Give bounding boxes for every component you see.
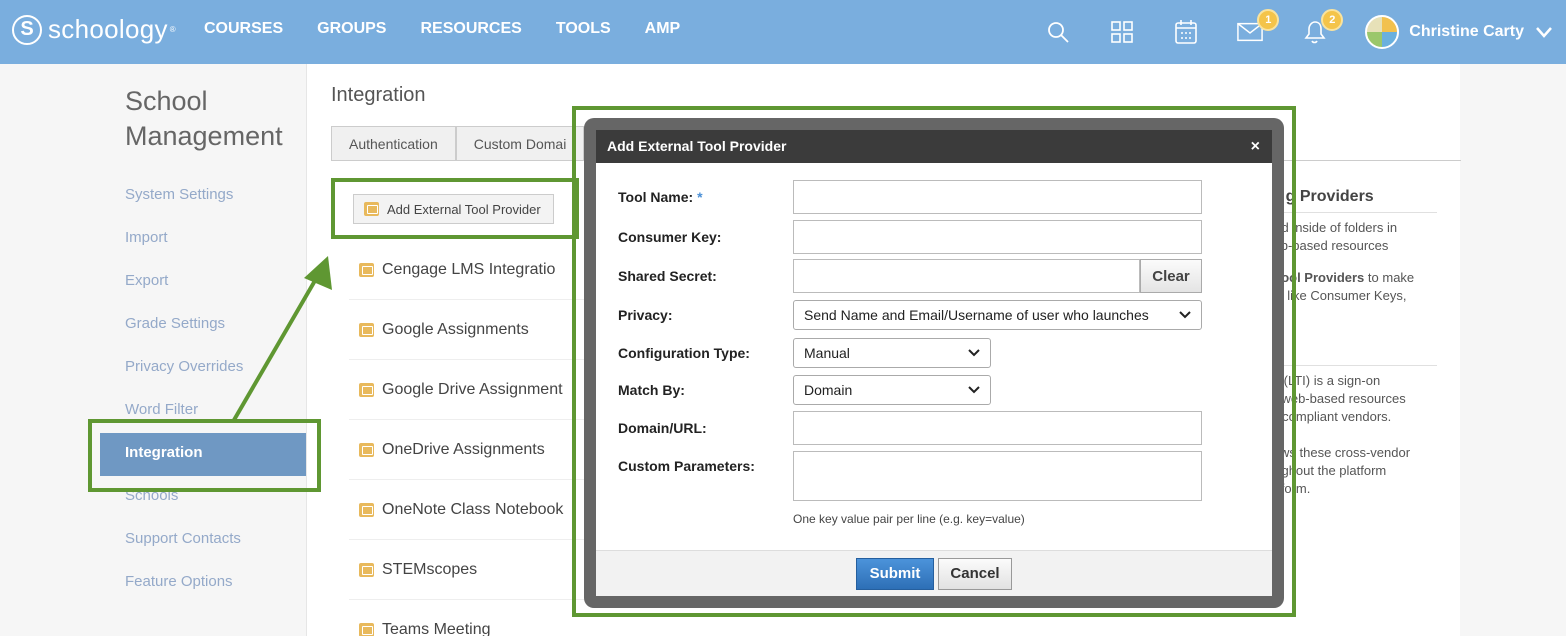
clear-button[interactable]: Clear [1140, 259, 1202, 293]
row-custom-parameters: Custom Parameters: [618, 451, 1202, 501]
match-by-selected-value: Domain [804, 382, 853, 398]
tab-custom-domain[interactable]: Custom Domai [455, 126, 585, 160]
folder-icon [359, 442, 374, 457]
main-nav: COURSES GROUPS RESOURCES TOOLS AMP [204, 20, 714, 38]
close-icon[interactable]: × [1251, 130, 1260, 163]
calendar-icon[interactable] [1173, 19, 1199, 45]
custom-parameters-hint: One key value pair per line (e.g. key=va… [793, 512, 1025, 526]
consumer-key-input[interactable] [793, 220, 1202, 254]
logo-mark-icon: S [12, 14, 42, 45]
sidebar-title-line2: Management [125, 121, 283, 151]
avatar[interactable] [1365, 15, 1400, 49]
sidebar-item-system-settings[interactable]: System Settings [100, 175, 306, 218]
cancel-button[interactable]: Cancel [938, 557, 1012, 590]
provider-name: STEMscopes [382, 560, 478, 578]
privacy-select[interactable]: Send Name and Email/Username of user who… [793, 300, 1202, 330]
sidebar-item-feature-options[interactable]: Feature Options [100, 562, 306, 605]
messages-badge: 1 [1257, 9, 1280, 31]
required-marker: * [697, 189, 703, 205]
row-match-by: Match By: Domain [618, 375, 991, 405]
custom-parameters-textarea[interactable] [793, 451, 1202, 501]
nav-groups[interactable]: GROUPS [317, 20, 386, 38]
folder-icon [359, 562, 374, 577]
row-tool-name: Tool Name: * [618, 180, 1202, 214]
logo-text: schoology [48, 14, 168, 44]
nav-amp[interactable]: AMP [645, 20, 681, 38]
chevron-down-icon [968, 386, 980, 394]
messages-icon[interactable]: 1 [1237, 9, 1280, 45]
provider-name: Cengage LMS Integratio [382, 260, 556, 278]
help-span: to make [1367, 270, 1415, 285]
provider-name: Google Assignments [382, 320, 529, 338]
custom-parameters-label: Custom Parameters: [618, 458, 755, 474]
page-title: Integration [331, 84, 426, 106]
nav-resources[interactable]: RESOURCES [420, 20, 521, 38]
chevron-down-icon [968, 349, 980, 357]
consumer-key-label: Consumer Key: [618, 229, 722, 245]
provider-name: Google Drive Assignment [382, 380, 563, 398]
shared-secret-label: Shared Secret: [618, 268, 717, 284]
sidebar-item-support-contacts[interactable]: Support Contacts [100, 519, 306, 562]
nav-tools[interactable]: TOOLS [556, 20, 611, 38]
add-tool-provider-dialog: Add External Tool Provider × Tool Name: … [596, 130, 1272, 596]
notifications-bell-icon[interactable]: 2 [1301, 9, 1344, 45]
sidebar-title: School Management [125, 84, 283, 154]
config-type-label: Configuration Type: [618, 345, 750, 361]
chevron-down-icon [1179, 311, 1191, 319]
user-name[interactable]: Christine Carty [1409, 23, 1524, 41]
submit-button[interactable]: Submit [856, 557, 934, 590]
chevron-down-icon[interactable] [1536, 22, 1552, 43]
row-domain-url: Domain/URL: [618, 411, 1202, 445]
schoology-logo[interactable]: S schoology ® [12, 14, 176, 45]
match-by-label: Match By: [618, 382, 685, 398]
provider-name: OneDrive Assignments [382, 440, 545, 458]
nav-courses[interactable]: COURSES [204, 20, 283, 38]
annotation-arrow-icon [232, 256, 332, 422]
dialog-title: Add External Tool Provider [607, 138, 787, 154]
domain-url-input[interactable] [793, 411, 1202, 445]
row-privacy: Privacy: Send Name and Email/Username of… [618, 300, 1202, 330]
label-text: Tool Name: [618, 189, 694, 205]
privacy-selected-value: Send Name and Email/Username of user who… [804, 307, 1149, 323]
folder-icon [359, 502, 374, 517]
header-actions: 1 2 Christine Carty [1045, 0, 1566, 64]
shared-secret-input[interactable] [793, 259, 1140, 293]
tab-authentication[interactable]: Authentication [331, 126, 456, 160]
folder-icon [359, 622, 374, 636]
row-shared-secret: Shared Secret: Clear [618, 259, 1202, 293]
top-navigation: S schoology ® COURSES GROUPS RESOURCES T… [0, 0, 1566, 64]
tool-name-label: Tool Name: * [618, 189, 793, 205]
search-icon[interactable] [1045, 19, 1071, 45]
config-type-selected-value: Manual [804, 345, 850, 361]
row-configuration-type: Configuration Type: Manual [618, 338, 991, 368]
privacy-label: Privacy: [618, 307, 673, 323]
sidebar-title-line1: School [125, 86, 208, 116]
config-type-select[interactable]: Manual [793, 338, 991, 368]
notifications-badge: 2 [1321, 9, 1344, 31]
logo-trademark: ® [169, 25, 176, 34]
tool-name-input[interactable] [793, 180, 1202, 214]
provider-name: Teams Meeting [382, 620, 491, 636]
dialog-footer: Submit Cancel [596, 550, 1272, 596]
domain-url-label: Domain/URL: [618, 420, 707, 436]
row-consumer-key: Consumer Key: [618, 220, 1202, 254]
provider-name: OneNote Class Notebook [382, 500, 564, 518]
match-by-select[interactable]: Domain [793, 375, 991, 405]
annotation-box-add-button [331, 178, 579, 239]
dialog-header: Add External Tool Provider × [596, 130, 1272, 163]
apps-grid-icon[interactable] [1109, 19, 1135, 45]
